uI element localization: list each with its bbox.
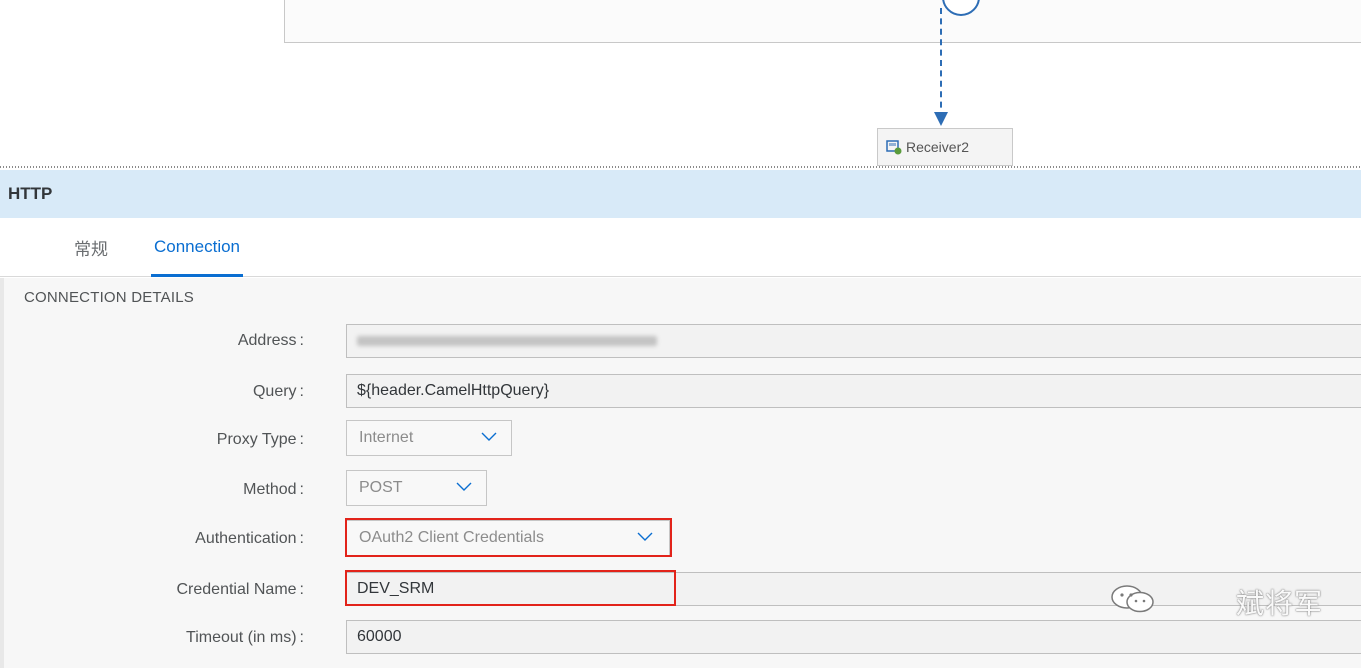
chevron-down-icon [481,432,497,442]
timeout-label: Timeout (in ms): [186,629,304,646]
credential-name-label: Credential Name: [176,581,304,598]
authentication-highlight [345,518,672,557]
message-flow-connector[interactable] [940,8,942,118]
credential-name-highlight [345,570,676,606]
receiver-icon [886,139,902,155]
query-value: ${header.CamelHttpQuery} [357,382,550,399]
tab-bar: 常规 Connection [0,218,1361,277]
receiver-label: Receiver2 [906,139,970,155]
tab-general[interactable]: 常规 [74,218,108,276]
wechat-icon [1110,584,1156,619]
timeout-field[interactable]: 60000 [346,620,1361,654]
section-title: CONNECTION DETAILS [24,289,195,306]
method-label: Method: [243,481,304,498]
panel-splitter[interactable] [0,166,1361,168]
method-select[interactable]: POST [346,470,487,506]
proxy-type-value: Internet [359,429,414,446]
query-label: Query: [252,383,304,400]
watermark-text: 斌将军 [1235,588,1323,619]
arrow-down-icon [934,112,948,126]
query-field[interactable]: ${header.CamelHttpQuery} [346,374,1361,408]
integration-process-frame[interactable] [284,0,1361,43]
connection-form: CONNECTION DETAILS Address: Query: ${hea… [0,278,1361,668]
address-label: Address: [237,332,304,349]
receiver-node[interactable]: Receiver2 [877,128,1013,166]
timeout-value: 60000 [357,628,402,645]
address-field[interactable] [346,324,1361,358]
proxy-type-select[interactable]: Internet [346,420,512,456]
authentication-label: Authentication: [195,530,304,547]
panel-header: HTTP [0,170,1361,218]
method-value: POST [359,479,403,496]
tab-connection[interactable]: Connection [151,218,244,277]
panel-title: HTTP [8,184,53,203]
integration-flow-canvas[interactable]: Receiver2 [0,0,1361,168]
address-value-redacted [357,336,657,346]
proxy-type-label: Proxy Type: [216,431,304,448]
chevron-down-icon [456,482,472,492]
